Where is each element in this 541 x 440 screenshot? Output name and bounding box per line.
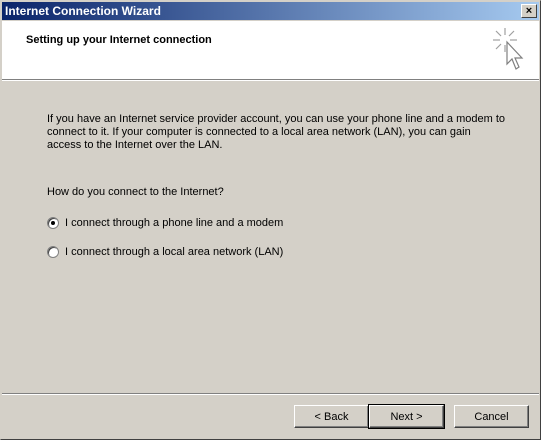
next-button[interactable]: Next > bbox=[368, 404, 445, 429]
cancel-button[interactable]: Cancel bbox=[454, 405, 529, 428]
wizard-cursor-sparkle-icon bbox=[493, 28, 524, 70]
back-button[interactable]: < Back bbox=[294, 405, 369, 428]
window-title: Internet Connection Wizard bbox=[5, 4, 161, 18]
footer-divider-highlight bbox=[2, 394, 539, 395]
question-label: How do you connect to the Internet? bbox=[47, 186, 224, 198]
header-divider-highlight bbox=[2, 80, 539, 81]
close-icon: × bbox=[525, 4, 533, 17]
option-label-lan: I connect through a local area network (… bbox=[65, 246, 284, 258]
wizard-window: Internet Connection Wizard × Setting up … bbox=[0, 0, 541, 440]
radio-lan[interactable] bbox=[47, 246, 59, 258]
title-bar[interactable]: Internet Connection Wizard × bbox=[2, 2, 539, 20]
option-label-phone-modem: I connect through a phone line and a mod… bbox=[65, 217, 284, 229]
close-button[interactable]: × bbox=[521, 4, 537, 18]
wizard-content: If you have an Internet service provider… bbox=[47, 113, 507, 258]
option-phone-modem[interactable]: I connect through a phone line and a mod… bbox=[47, 217, 283, 229]
intro-text: If you have an Internet service provider… bbox=[47, 113, 505, 151]
option-lan[interactable]: I connect through a local area network (… bbox=[47, 246, 283, 258]
page-title: Setting up your Internet connection bbox=[26, 34, 212, 46]
radio-phone-modem[interactable] bbox=[47, 217, 59, 229]
wizard-header: Setting up your Internet connection bbox=[2, 21, 539, 79]
